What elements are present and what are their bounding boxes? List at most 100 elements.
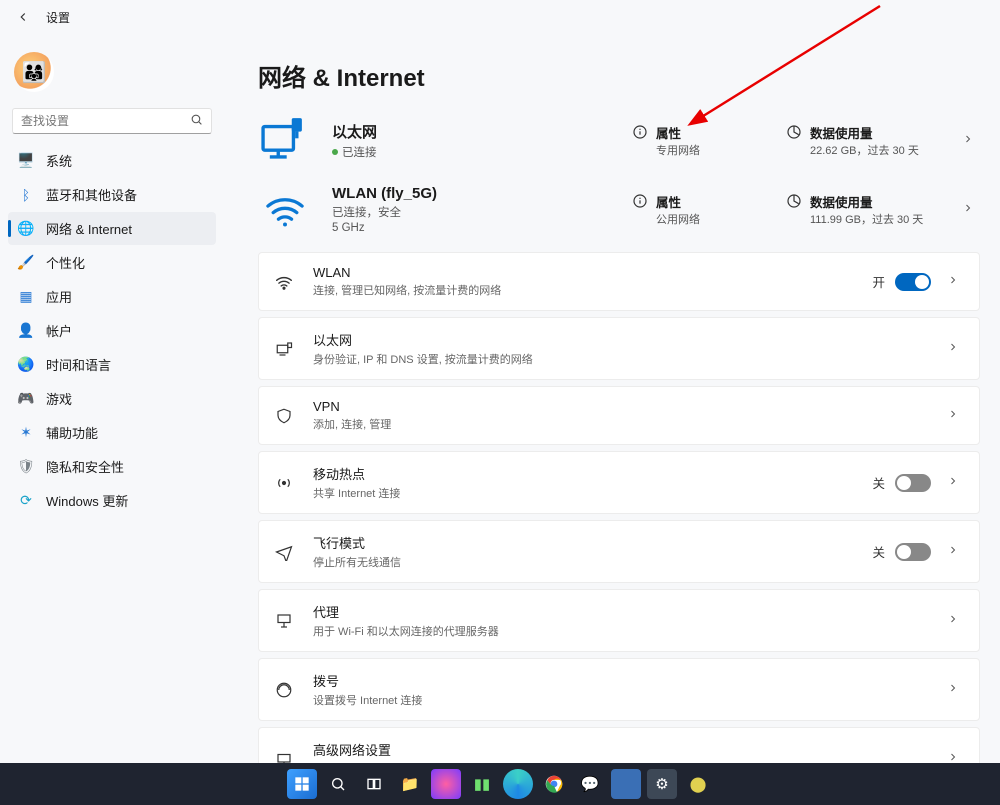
usage-icon [786,124,802,143]
sidebar-item[interactable]: ᛒ 蓝牙和其他设备 [8,178,216,211]
card-title: WLAN [313,265,854,280]
nav-icon: ᛒ [18,187,34,203]
toggle-switch[interactable] [895,543,931,561]
card-subtitle: 停止所有无线通信 [313,554,854,570]
settings-card[interactable]: VPN 添加, 连接, 管理 [258,386,980,445]
usage-icon [786,193,802,212]
sidebar-item[interactable]: 🎮 游戏 [8,382,216,415]
properties-link[interactable]: 属性 公用网络 [632,192,766,227]
nav-icon: 🎮 [18,391,34,407]
sidebar-item[interactable]: ✶ 辅助功能 [8,416,216,449]
taskbar-search-icon[interactable] [323,769,353,799]
nav-label: 辅助功能 [46,423,98,442]
card-subtitle: 身份验证, IP 和 DNS 设置, 按流量计费的网络 [313,351,923,367]
settings-card[interactable]: 移动热点 共享 Internet 连接 关 [258,451,980,514]
airplane-icon [273,543,295,561]
taskbar-app-icon[interactable]: ⬤ [683,769,713,799]
sidebar-item[interactable]: 🛡 隐私和安全性 [8,450,216,483]
wifi-icon [258,189,312,231]
taskbar-settings-icon[interactable]: ⚙ [647,769,677,799]
settings-card[interactable]: 飞行模式 停止所有无线通信 关 [258,520,980,583]
sidebar-item[interactable]: 🖌️ 个性化 [8,246,216,279]
connection-name: 以太网 [332,121,612,142]
chevron-right-icon [941,544,965,559]
taskbar-taskview-icon[interactable] [359,769,389,799]
settings-card[interactable]: WLAN 连接, 管理已知网络, 按流量计费的网络 开 [258,252,980,311]
sidebar-item[interactable]: 🖥️ 系统 [8,144,216,177]
nav-label: 帐户 [46,321,72,340]
toggle-switch[interactable] [895,474,931,492]
info-icon [632,124,648,143]
properties-link[interactable]: 属性 专用网络 [632,123,766,158]
proxy-icon [273,612,295,630]
nav-label: 隐私和安全性 [46,457,124,476]
nav-label: 应用 [46,287,72,306]
nav-label: 蓝牙和其他设备 [46,185,137,204]
nav-icon: 🖌️ [18,255,34,271]
card-subtitle: 连接, 管理已知网络, 按流量计费的网络 [313,282,854,298]
taskbar-chrome-icon[interactable] [539,769,569,799]
taskbar-app-icon[interactable]: ▮▮ [467,769,497,799]
toggle-state-label: 关 [872,542,885,561]
nav-icon: 🛡 [18,459,34,475]
nav-label: 网络 & Internet [46,219,132,238]
nav-icon: 🌏 [18,357,34,373]
nav-icon: 🌐 [18,221,34,237]
ethernet-icon [273,340,295,358]
card-subtitle: 用于 Wi-Fi 和以太网连接的代理服务器 [313,623,923,639]
vpn-icon [273,407,295,425]
toggle-state-label: 关 [872,473,885,492]
nav-icon: ✶ [18,425,34,441]
taskbar-wechat-icon[interactable]: 💬 [575,769,605,799]
nav-label: 时间和语言 [46,355,111,374]
settings-card[interactable]: 代理 用于 Wi-Fi 和以太网连接的代理服务器 [258,589,980,652]
data-usage-link[interactable]: 数据使用量 22.62 GB，过去 30 天 [786,123,936,158]
data-usage-link[interactable]: 数据使用量 111.99 GB，过去 30 天 [786,192,936,227]
taskbar-app-icon[interactable] [431,769,461,799]
back-button[interactable] [14,8,32,26]
wifi-icon [273,273,295,291]
chevron-right-icon [941,475,965,490]
chevron-right-icon [941,341,965,356]
chevron-right-icon [941,274,965,289]
dialup-icon [273,681,295,699]
toggle-switch[interactable] [895,273,931,291]
chevron-right-icon [941,408,965,423]
card-title: 飞行模式 [313,533,854,552]
nav-icon: 🖥️ [18,153,34,169]
card-subtitle: 添加, 连接, 管理 [313,416,923,432]
taskbar-start-icon[interactable] [287,769,317,799]
nav-icon: ⟳ [18,493,34,509]
connection-status: 已连接 [332,144,612,160]
settings-card[interactable]: 以太网 身份验证, IP 和 DNS 设置, 按流量计费的网络 [258,317,980,380]
card-title: VPN [313,399,923,414]
search-box[interactable] [12,108,212,134]
connection-row: WLAN (fly_5G) 已连接，安全 5 GHz 属性 公用网络 数据使用量… [258,185,980,234]
taskbar-edge-icon[interactable] [503,769,533,799]
sidebar-item[interactable]: 🌐 网络 & Internet [8,212,216,245]
chevron-right-icon [941,682,965,697]
avatar[interactable]: 👨‍👩‍👧 [14,52,54,92]
sidebar-item[interactable]: 🌏 时间和语言 [8,348,216,381]
connection-status: 已连接，安全 [332,204,612,220]
card-title: 移动热点 [313,464,854,483]
card-subtitle: 设置拨号 Internet 连接 [313,692,923,708]
window-title: 设置 [46,9,70,26]
taskbar-app-icon[interactable] [611,769,641,799]
card-title: 以太网 [313,330,923,349]
connection-row: 以太网 已连接 属性 专用网络 数据使用量 22.62 GB，过去 30 天 [258,113,980,167]
search-input[interactable] [21,114,190,128]
nav-label: 个性化 [46,253,85,272]
chevron-right-icon[interactable] [956,133,980,148]
sidebar-item[interactable]: ▦应用 [8,280,216,313]
nav-label: 游戏 [46,389,72,408]
nav-label: 系统 [46,151,72,170]
taskbar-explorer-icon[interactable]: 📁 [395,769,425,799]
chevron-right-icon [941,613,965,628]
chevron-right-icon[interactable] [956,202,980,217]
sidebar-item[interactable]: ⟳ Windows 更新 [8,484,216,517]
sidebar-item[interactable]: 👤帐户 [8,314,216,347]
nav-label: Windows 更新 [46,491,128,510]
settings-card[interactable]: 拨号 设置拨号 Internet 连接 [258,658,980,721]
taskbar[interactable]: 📁 ▮▮ 💬 ⚙ ⬤ [0,763,1000,805]
